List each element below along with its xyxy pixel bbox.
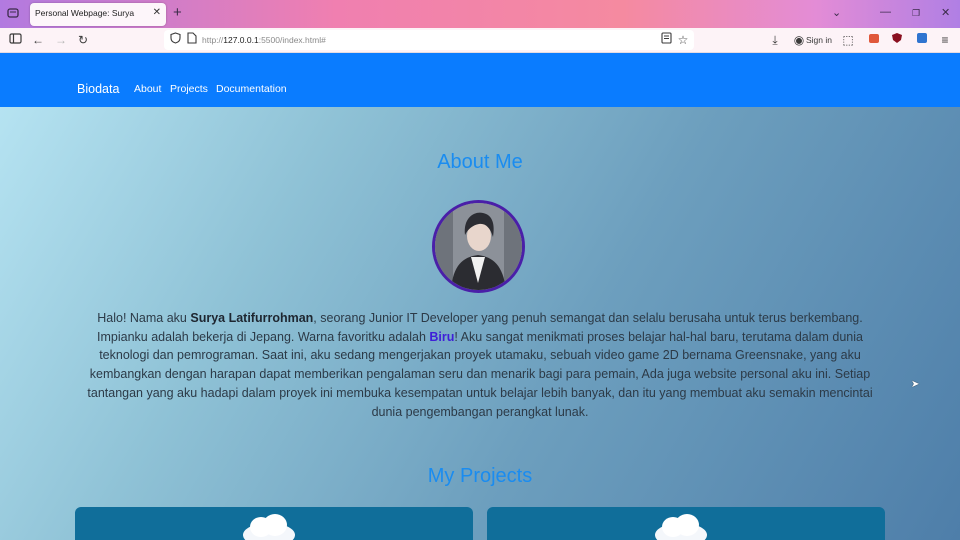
tab-title: Personal Webpage: Surya (35, 8, 135, 18)
browser-titlebar: Personal Webpage: Surya ✕ + ⌄ — ❐ ✕ (0, 0, 960, 28)
tab-active[interactable]: Personal Webpage: Surya ✕ (30, 3, 166, 26)
extensions-icon[interactable]: ⬚ (840, 32, 856, 48)
page-icon[interactable] (184, 32, 200, 48)
window-close-icon[interactable]: ✕ (941, 6, 950, 19)
signin-button[interactable]: Sign in (806, 32, 832, 48)
bookmark-star-icon[interactable]: ☆ (675, 32, 691, 48)
site-navbar: Biodata About Projects Documentation (0, 53, 960, 107)
page-content: Biodata About Projects Documentation Abo… (0, 53, 960, 540)
forward-icon[interactable]: → (53, 32, 69, 48)
minimize-icon[interactable]: — (880, 6, 891, 18)
browser-toolbar: ← → ↻ http://127.0.0.1:5500/index.html# … (0, 28, 960, 53)
privacy-extension-icon[interactable] (889, 32, 905, 48)
about-title: About Me (437, 151, 523, 173)
puzzle-extension-icon[interactable] (914, 32, 930, 48)
about-paragraph: Halo! Nama aku Surya Latifurrohman, seor… (87, 311, 873, 419)
back-icon[interactable]: ← (30, 32, 46, 48)
cloud-image (243, 514, 295, 540)
sidebar-icon[interactable] (7, 32, 23, 48)
download-icon[interactable]: ⤓ (767, 32, 783, 48)
site-brand[interactable]: Biodata (77, 82, 119, 96)
shield-icon[interactable] (167, 32, 183, 48)
extension-badge-icon[interactable] (866, 32, 882, 48)
chevron-down-icon[interactable]: ⌄ (832, 6, 841, 19)
list-tabs-icon[interactable] (5, 6, 21, 22)
avatar (432, 200, 525, 293)
nav-link-projects[interactable]: Projects (170, 83, 208, 95)
close-icon[interactable]: ✕ (153, 7, 161, 18)
nav-link-documentation[interactable]: Documentation (216, 83, 287, 95)
project-card[interactable] (487, 507, 885, 540)
nav-link-about[interactable]: About (134, 83, 161, 95)
reader-view-icon[interactable] (658, 32, 674, 48)
cloud-image (655, 514, 707, 540)
menu-icon[interactable]: ≡ (937, 32, 953, 48)
account-icon[interactable]: ◉ (791, 32, 807, 48)
reload-icon[interactable]: ↻ (75, 32, 91, 48)
url-bar[interactable]: http://127.0.0.1:5500/index.html# ☆ (164, 30, 694, 50)
restore-icon[interactable]: ❐ (912, 8, 920, 19)
url-text[interactable]: http://127.0.0.1:5500/index.html# (202, 35, 326, 45)
new-tab-icon[interactable]: + (173, 5, 182, 21)
mouse-cursor-icon: ➤ (911, 379, 920, 390)
project-card[interactable] (75, 507, 473, 540)
projects-title: My Projects (427, 465, 533, 487)
